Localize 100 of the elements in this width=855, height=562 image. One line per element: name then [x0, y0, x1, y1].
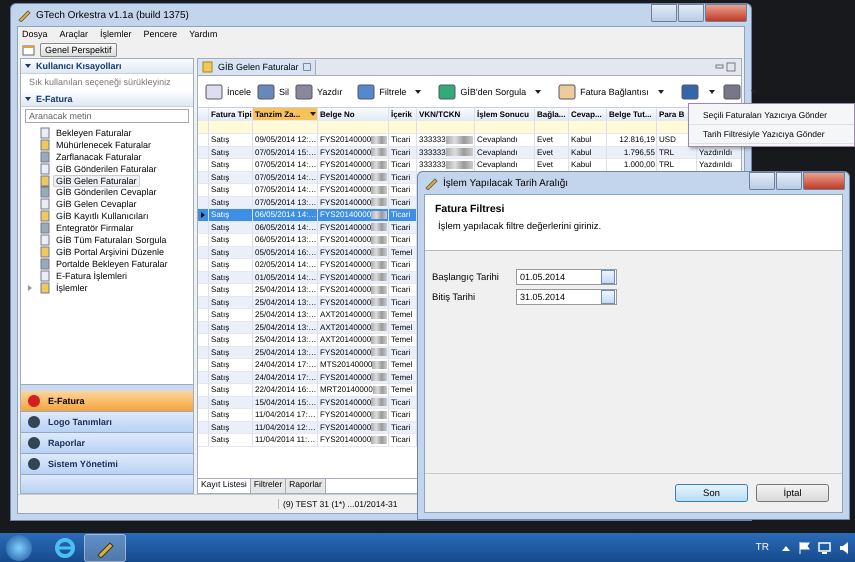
table-cell: TRL — [659, 148, 674, 157]
table-cell: Ticari — [391, 185, 410, 194]
table-cell: 333333 — [419, 160, 446, 170]
table-cell: 09/05/2014 12:… — [255, 135, 316, 144]
table-cell: Satış — [211, 135, 230, 144]
table-cell: 333333 — [419, 135, 446, 144]
table-cell: Ticari — [391, 260, 410, 270]
table-cell: 11/04/2014 12:… — [255, 422, 316, 432]
table-cell: Satış — [211, 160, 230, 170]
table-cell: Temel — [391, 322, 412, 332]
table-cell: Ticari — [391, 398, 410, 407]
table-cell: 25/04/2014 13:… — [255, 322, 316, 332]
table-cell: Kabul — [571, 148, 592, 157]
table-cell: Yazdırıldı — [699, 160, 732, 170]
table-cell: Ticari — [391, 160, 410, 170]
table-cell: Ticari — [391, 148, 410, 157]
table-cell: Satış — [211, 348, 230, 357]
table-cell: 12.816,19 — [619, 135, 655, 144]
field-label: Bitiş Tarihi — [432, 292, 476, 302]
table-cell: Ticari — [391, 222, 410, 232]
table-cell: Satış — [211, 260, 230, 270]
table-cell: 07/05/2014 14:… — [255, 160, 316, 170]
table-cell: 25/04/2014 13:… — [255, 348, 316, 357]
table-cell: Satış — [211, 272, 230, 282]
table-cell: FYS20140000 — [320, 260, 372, 270]
table-cell: Ticari — [391, 172, 410, 182]
table-cell: Evet — [537, 135, 554, 144]
table-cell: Satış — [211, 148, 230, 157]
table-cell: Temel — [391, 335, 412, 344]
table-cell: FYS20140000 — [320, 172, 372, 182]
table-cell: Ticari — [391, 235, 410, 244]
table-cell: 1.000,00 — [624, 160, 655, 170]
table-cell: FYS20140000 — [320, 285, 372, 294]
table-cell: 02/05/2014 14:… — [255, 260, 316, 270]
table-cell: Temel — [391, 248, 412, 257]
table-cell: FYS20140000 — [320, 272, 372, 282]
table-cell: 07/05/2014 14:… — [255, 172, 316, 182]
table-cell: Temel — [391, 372, 412, 382]
table-cell: Satış — [211, 410, 230, 420]
table-cell: Ticari — [391, 435, 410, 444]
table-cell: Ticari — [391, 272, 410, 282]
table-cell: Satış — [211, 422, 230, 432]
table-cell: TRL — [659, 160, 674, 170]
table-cell: Satış — [211, 210, 230, 220]
table-cell: FYS20140000 — [320, 148, 372, 157]
table-cell: Ticari — [391, 135, 410, 144]
table-cell: 06/05/2014 13:… — [255, 235, 316, 244]
table-cell: Satış — [211, 185, 230, 194]
table-cell: Satış — [211, 222, 230, 232]
table-cell: FYS20140000 — [320, 410, 372, 420]
table-cell: Satış — [211, 298, 230, 307]
dialog-heading: Fatura Filtresi — [435, 203, 506, 215]
table-cell: Ticari — [391, 210, 410, 220]
hint-text: Sık kullanılan seçeneği sürükleyiniz — [28, 76, 172, 89]
table-cell: Temel — [391, 360, 412, 370]
table-cell: Satış — [211, 322, 230, 332]
table-cell: FYS20140000 — [320, 348, 372, 357]
table-cell: Evet — [537, 160, 554, 170]
table-cell: 07/05/2014 14:… — [255, 185, 316, 194]
table-cell: Ticari — [391, 410, 410, 420]
table-cell: AXT20140000 — [320, 335, 372, 344]
table-cell: Satış — [211, 385, 230, 394]
table-cell: FYS20140000 — [320, 372, 372, 382]
table-cell: Satış — [211, 372, 230, 382]
table-cell: FYS20140000 — [320, 422, 372, 432]
table-cell: FYS20140000 — [320, 160, 372, 170]
table-cell: Kabul — [571, 135, 592, 144]
table-cell: Satış — [211, 435, 230, 444]
table-cell: Cevaplandı — [477, 160, 518, 170]
dialog-description: İşlem yapılacak filtre değerlerini giriniz. — [437, 221, 602, 232]
dialog-title: İşlem Yapılacak Tarih Aralığı — [443, 178, 568, 188]
table-cell: 22/04/2014 16:… — [255, 385, 316, 394]
table-cell: 11/04/2014 17:… — [255, 410, 316, 420]
table-cell: FYS20140000 — [320, 398, 372, 407]
table-cell: 07/05/2014 13:… — [255, 198, 316, 207]
table-cell: Satış — [211, 360, 230, 370]
table-cell: 25/04/2014 13:… — [255, 310, 316, 320]
table-cell: FYS20140000 — [320, 222, 372, 232]
table-cell: Satış — [211, 335, 230, 344]
table-cell: 24/04/2014 17:… — [255, 360, 316, 370]
status-text: (9) TEST 31 (1*) ...01/2014-31 — [278, 499, 398, 509]
table-cell: AXT20140000 — [320, 322, 372, 332]
table-cell: Temel — [391, 385, 412, 394]
table-cell: Ticari — [391, 298, 410, 307]
table-cell: FYS20140000 — [320, 248, 372, 257]
table-cell: 11/04/2014 11:… — [255, 435, 316, 444]
table-cell: MTS20140000 — [320, 360, 372, 370]
table-cell: Cevaplandı — [477, 135, 518, 144]
table-cell: 333333 — [419, 148, 446, 157]
table-cell: AXT20140000 — [320, 310, 372, 320]
table-cell: Satış — [211, 398, 230, 407]
table-cell: 1.796,55 — [624, 148, 655, 157]
table-cell: Temel — [391, 310, 412, 320]
table-cell: Evet — [537, 148, 554, 157]
table-cell: Ticari — [391, 285, 410, 294]
table-cell: 01/05/2014 14:… — [255, 272, 316, 282]
table-cell: Satış — [211, 310, 230, 320]
table-cell: FYS20140000 — [320, 135, 372, 144]
window-title: GTech Orkestra v1.1a (build 1375) — [36, 10, 189, 20]
table-cell: FYS20140000 — [320, 235, 372, 244]
